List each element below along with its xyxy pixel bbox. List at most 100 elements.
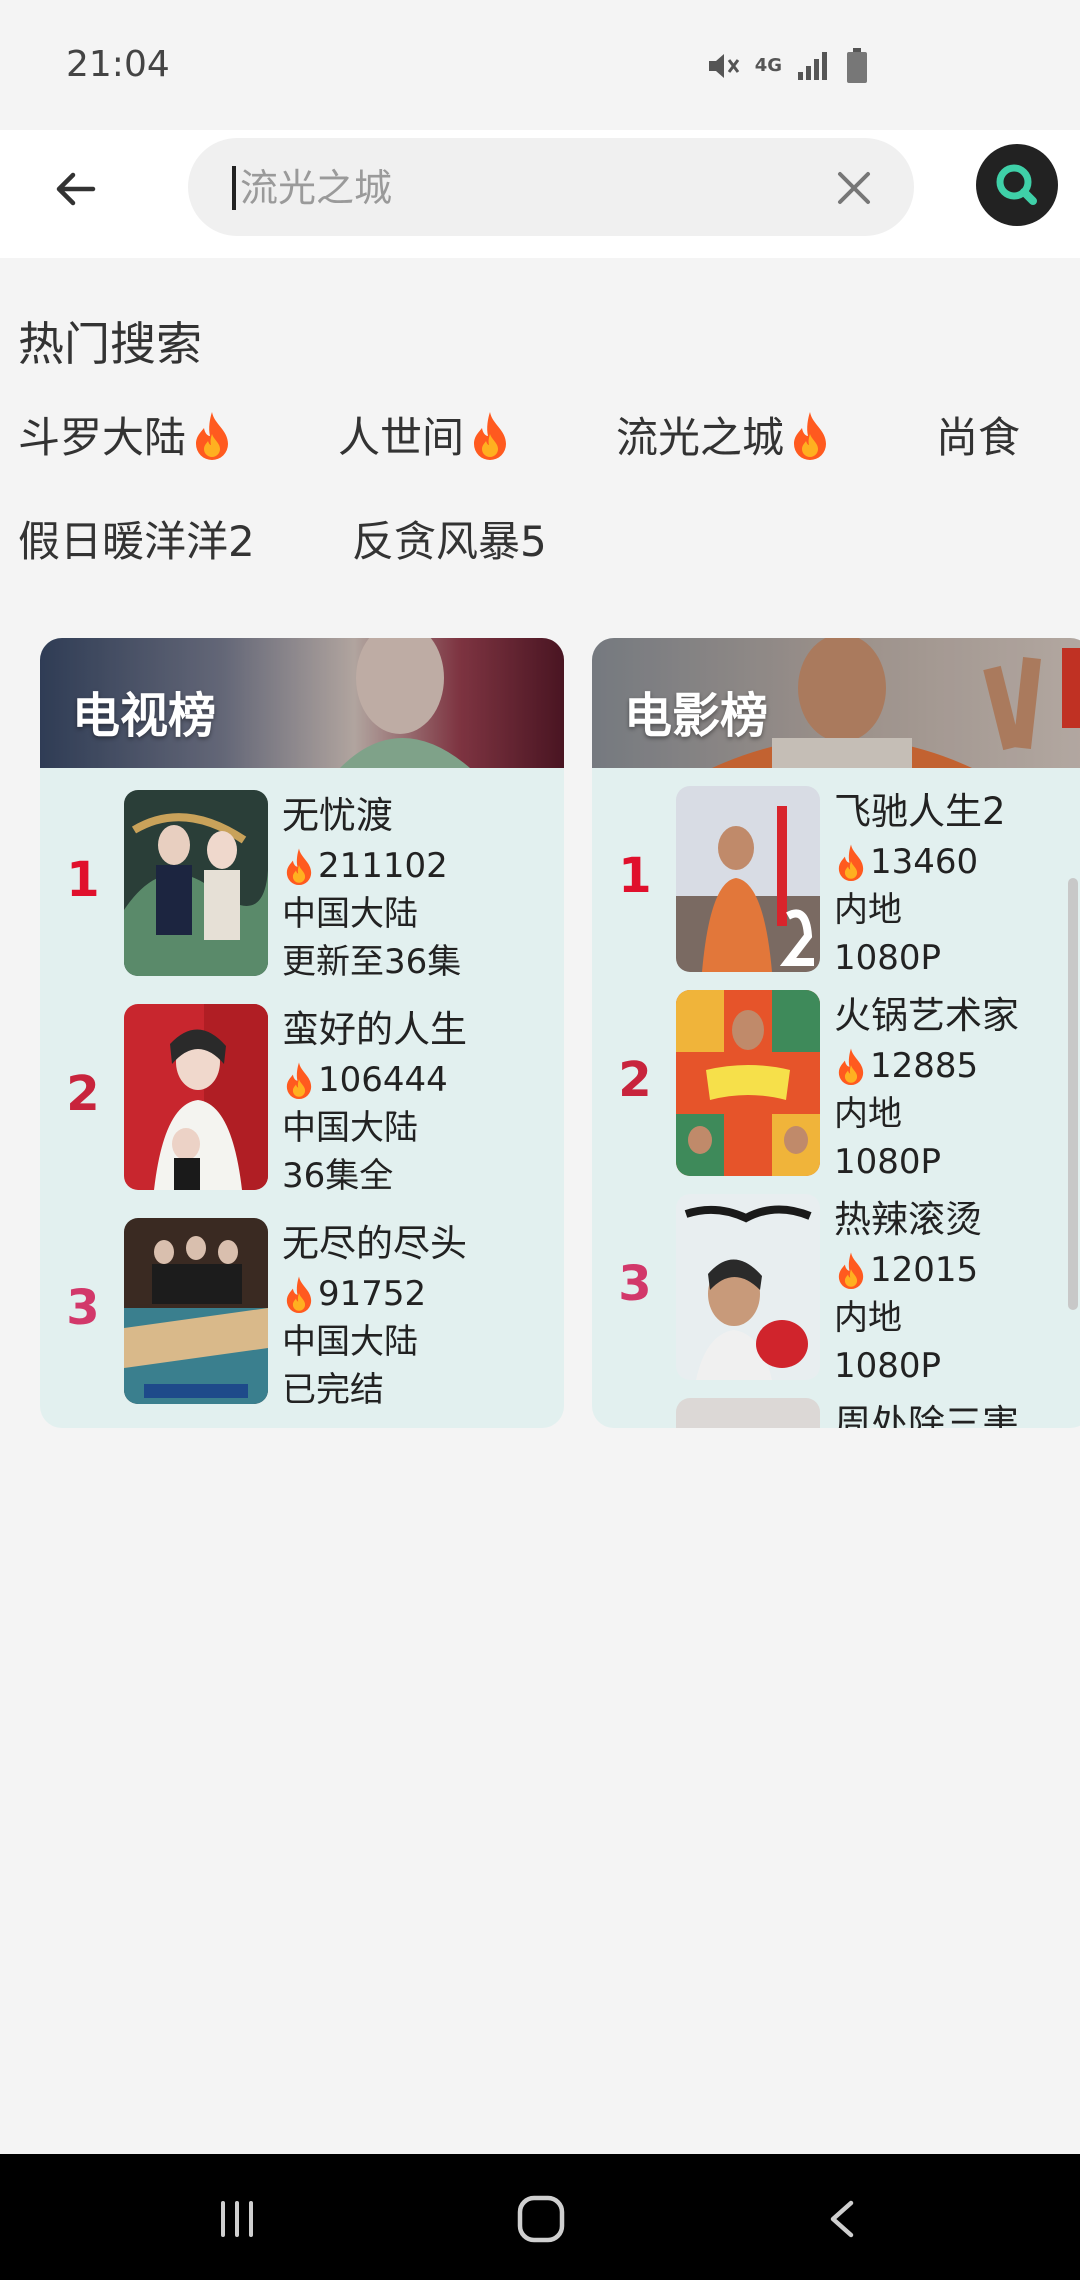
tv-rank-item[interactable]: 3 无尽的尽头 91752 中国大陆 已完结 [40, 1218, 564, 1414]
hot-tag-label: 假日暖洋洋2 [18, 517, 255, 566]
item-status: 已完结 [282, 1370, 384, 1410]
item-title: 无尽的尽头 [282, 1222, 467, 1265]
item-region: 中国大陆 [282, 894, 418, 934]
status-bar: 21:04 4G [0, 0, 1080, 130]
network-4g-icon: 4G [754, 55, 782, 76]
rank-number: 1 [66, 852, 100, 908]
tv-rank-title: 电视榜 [72, 688, 217, 744]
hot-tag-label: 反贪风暴5 [352, 517, 547, 566]
item-region: 中国大陆 [282, 1108, 418, 1148]
flame-icon [286, 1062, 312, 1099]
arrow-left-icon [56, 172, 96, 206]
item-quality: 1080P [834, 1142, 942, 1182]
rank-number: 3 [66, 1280, 100, 1336]
search-header [0, 130, 1080, 258]
movie-rank-item-partial[interactable]: 周处除三害 [592, 1398, 1080, 1428]
home-icon [517, 2195, 565, 2243]
status-icons: 4G [705, 48, 868, 84]
item-heat: 106444 [282, 1056, 467, 1104]
item-title: 无忧渡 [282, 794, 393, 837]
hot-tag[interactable]: 流光之城 [616, 404, 832, 465]
hot-tag[interactable]: 人世间 [338, 404, 512, 465]
item-info: 火锅艺术家 12885 内地 1080P [834, 990, 1019, 1186]
poster-image[interactable] [124, 790, 268, 976]
movie-rank-item[interactable]: 3 热辣滚烫 12015 内地 1080P [592, 1194, 1080, 1390]
poster-image[interactable] [676, 786, 820, 972]
scrollbar[interactable] [1068, 878, 1078, 1310]
item-title: 蛮好的人生 [282, 1008, 467, 1051]
item-region: 内地 [834, 1094, 902, 1134]
tv-rank-card: 电视榜 1 无忧渡 211102 中国大陆 更新至36集 2 蛮好的人生 106… [40, 638, 564, 1428]
heat-value: 12885 [870, 1046, 979, 1086]
chevron-left-icon [830, 2200, 854, 2238]
flame-icon [838, 1252, 864, 1289]
flame-icon [838, 844, 864, 881]
flame-icon [196, 411, 229, 460]
tv-rank-item[interactable]: 1 无忧渡 211102 中国大陆 更新至36集 [40, 790, 564, 986]
hot-tag[interactable]: 反贪风暴5 [352, 508, 547, 569]
rank-number: 2 [66, 1066, 100, 1122]
search-input[interactable] [240, 160, 800, 216]
flame-icon [286, 1276, 312, 1313]
text-cursor [232, 166, 236, 210]
flame-icon [474, 411, 507, 460]
flame-icon [794, 411, 827, 460]
rank-number: 2 [618, 1052, 652, 1108]
hot-tag-label: 人世间 [338, 413, 465, 462]
item-title: 热辣滚烫 [834, 1198, 982, 1241]
clear-button[interactable] [832, 166, 876, 210]
flame-icon [286, 848, 312, 885]
item-title: 飞驰人生2 [834, 790, 1006, 833]
hot-tag[interactable]: 尚食 [936, 404, 1020, 465]
hot-tag-label: 斗罗大陆 [18, 413, 187, 462]
item-info: 飞驰人生2 13460 内地 1080P [834, 786, 1006, 982]
item-region: 中国大陆 [282, 1322, 418, 1362]
recent-apps-icon [221, 2201, 253, 2237]
item-title: 周处除三害 [834, 1402, 1019, 1428]
heat-value: 12015 [870, 1250, 979, 1290]
item-status: 更新至36集 [282, 942, 462, 982]
mute-icon [708, 54, 739, 78]
hot-tag-label: 尚食 [936, 413, 1021, 462]
poster-image[interactable] [676, 990, 820, 1176]
poster-image[interactable] [676, 1194, 820, 1380]
system-nav-bar [0, 2154, 1080, 2280]
item-info: 热辣滚烫 12015 内地 1080P [834, 1194, 982, 1390]
back-button[interactable] [40, 154, 110, 224]
poster-image[interactable] [124, 1004, 268, 1190]
movie-rank-item[interactable]: 1 飞驰人生2 13460 内地 1080P [592, 786, 1080, 982]
movie-rank-item[interactable]: 2 火锅艺术家 12885 内地 1080P [592, 990, 1080, 1186]
rank-number: 3 [618, 1256, 652, 1312]
item-quality: 1080P [834, 1346, 942, 1386]
item-heat: 12015 [834, 1246, 982, 1294]
hot-tag[interactable]: 斗罗大陆 [18, 404, 234, 465]
item-region: 内地 [834, 890, 902, 930]
item-heat: 91752 [282, 1270, 467, 1318]
item-heat: 12885 [834, 1042, 1019, 1090]
heat-value: 211102 [318, 846, 448, 886]
search-box[interactable] [188, 138, 914, 236]
item-heat: 211102 [282, 842, 461, 890]
hot-tag[interactable]: 假日暖洋洋2 [18, 508, 255, 569]
item-status: 36集全 [282, 1156, 394, 1196]
item-quality: 1080P [834, 938, 942, 978]
hot-search-title: 热门搜索 [18, 317, 202, 371]
search-button[interactable] [976, 144, 1058, 226]
heat-value: 13460 [870, 842, 979, 882]
item-heat: 13460 [834, 838, 1006, 886]
item-region: 内地 [834, 1298, 902, 1338]
back-nav-button[interactable] [808, 2184, 878, 2254]
recent-apps-button[interactable] [202, 2184, 272, 2254]
poster-image[interactable] [676, 1398, 820, 1428]
item-info: 无忧渡 211102 中国大陆 更新至36集 [282, 790, 461, 986]
poster-image[interactable] [124, 1218, 268, 1404]
hot-tag-label: 流光之城 [616, 413, 785, 462]
home-button[interactable] [506, 2184, 576, 2254]
item-title: 火锅艺术家 [834, 994, 1019, 1037]
signal-icon [798, 52, 827, 80]
status-time: 21:04 [66, 44, 170, 85]
tv-rank-item[interactable]: 2 蛮好的人生 106444 中国大陆 36集全 [40, 1004, 564, 1200]
item-info: 周处除三害 [834, 1398, 1019, 1428]
flame-icon [838, 1048, 864, 1085]
heat-value: 91752 [318, 1274, 427, 1314]
